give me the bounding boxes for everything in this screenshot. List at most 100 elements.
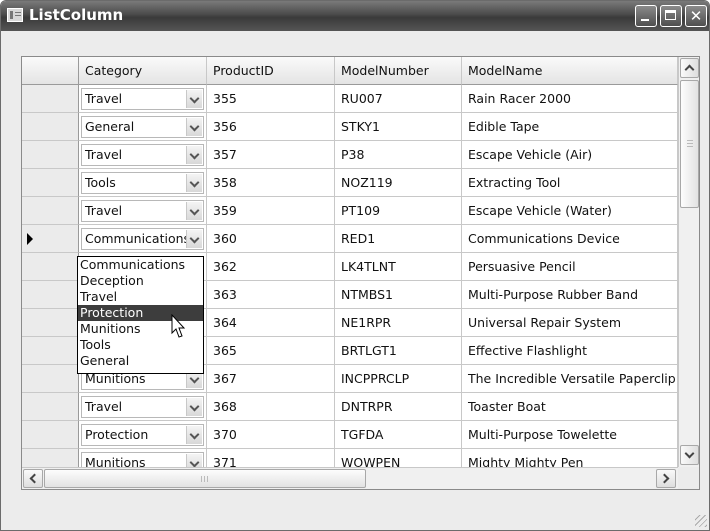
dropdown-arrow-icon[interactable] xyxy=(186,426,202,444)
row-header-cell[interactable] xyxy=(22,309,79,337)
table-row[interactable]: Travel 355 RU007 Rain Racer 2000 xyxy=(22,85,678,113)
column-header-productid[interactable]: ProductID xyxy=(207,57,335,85)
modelname-cell[interactable]: The Incredible Versatile Paperclip xyxy=(462,365,678,393)
modelname-cell[interactable]: Persuasive Pencil xyxy=(462,253,678,281)
dropdown-option[interactable]: General xyxy=(78,353,203,369)
row-header-cell[interactable] xyxy=(22,169,79,197)
category-combobox[interactable]: Tools xyxy=(81,172,204,194)
productid-cell[interactable]: 360 xyxy=(207,225,335,253)
productid-cell[interactable]: 356 xyxy=(207,113,335,141)
column-header-modelname[interactable]: ModelName xyxy=(462,57,678,85)
scroll-left-button[interactable] xyxy=(23,469,43,488)
close-button[interactable]: ✕ xyxy=(685,5,707,27)
modelname-cell[interactable]: Multi-Purpose Towelette xyxy=(462,421,678,449)
modelnumber-cell[interactable]: TGFDA xyxy=(335,421,462,449)
modelname-cell[interactable]: Effective Flashlight xyxy=(462,337,678,365)
category-combobox[interactable]: Travel xyxy=(81,144,204,166)
row-header-cell[interactable] xyxy=(22,393,79,421)
category-combobox[interactable]: General xyxy=(81,116,204,138)
row-header-cell[interactable] xyxy=(22,85,79,113)
modelnumber-cell[interactable]: INCPPRCLP xyxy=(335,365,462,393)
title-bar[interactable]: ListColumn ✕ xyxy=(1,1,709,31)
scroll-down-button[interactable] xyxy=(680,445,699,465)
modelnumber-cell[interactable]: NOZ119 xyxy=(335,169,462,197)
dropdown-arrow-icon[interactable] xyxy=(186,230,202,248)
modelnumber-cell[interactable]: LK4TLNT xyxy=(335,253,462,281)
productid-cell[interactable]: 364 xyxy=(207,309,335,337)
category-cell[interactable]: Travel xyxy=(79,393,207,421)
horizontal-scrollbar[interactable] xyxy=(22,467,678,489)
row-header-cell[interactable] xyxy=(22,197,79,225)
vertical-scroll-thumb[interactable] xyxy=(680,80,699,208)
category-cell[interactable]: Travel xyxy=(79,197,207,225)
modelnumber-cell[interactable]: DNTRPR xyxy=(335,393,462,421)
productid-cell[interactable]: 363 xyxy=(207,281,335,309)
row-header-cell[interactable] xyxy=(22,141,79,169)
dropdown-arrow-icon[interactable] xyxy=(186,398,202,416)
modelname-cell[interactable]: Edible Tape xyxy=(462,113,678,141)
table-row[interactable]: General 356 STKY1 Edible Tape xyxy=(22,113,678,141)
corner-header-cell[interactable] xyxy=(22,57,79,85)
dropdown-arrow-icon[interactable] xyxy=(186,146,202,164)
resize-grip-icon[interactable] xyxy=(695,515,707,527)
row-header-cell[interactable] xyxy=(22,113,79,141)
modelname-cell[interactable]: Extracting Tool xyxy=(462,169,678,197)
dropdown-arrow-icon[interactable] xyxy=(186,174,202,192)
modelnumber-cell[interactable]: NTMBS1 xyxy=(335,281,462,309)
row-header-cell[interactable] xyxy=(22,281,79,309)
modelname-cell[interactable]: Toaster Boat xyxy=(462,393,678,421)
modelname-cell[interactable]: Multi-Purpose Rubber Band xyxy=(462,281,678,309)
dropdown-option[interactable]: Travel xyxy=(78,289,203,305)
productid-cell[interactable]: 367 xyxy=(207,365,335,393)
dropdown-option[interactable]: Deception xyxy=(78,273,203,289)
modelnumber-cell[interactable]: STKY1 xyxy=(335,113,462,141)
productid-cell[interactable]: 370 xyxy=(207,421,335,449)
row-header-cell[interactable] xyxy=(22,337,79,365)
table-row[interactable]: Protection 370 TGFDA Multi-Purpose Towelett… xyxy=(22,421,678,449)
table-row[interactable]: Travel 357 P38 Escape Vehicle (Air) xyxy=(22,141,678,169)
dropdown-arrow-icon[interactable] xyxy=(186,202,202,220)
row-header-cell[interactable] xyxy=(22,225,79,253)
category-combobox[interactable]: Communications xyxy=(81,228,204,250)
minimize-button[interactable] xyxy=(635,5,657,27)
table-row[interactable]: Communications 360 RED1 Communications Devi… xyxy=(22,225,678,253)
category-combobox[interactable]: Travel xyxy=(81,200,204,222)
category-combobox[interactable]: Protection xyxy=(81,424,204,446)
row-header-cell[interactable] xyxy=(22,365,79,393)
modelname-cell[interactable]: Communications Device xyxy=(462,225,678,253)
productid-cell[interactable]: 357 xyxy=(207,141,335,169)
table-row[interactable]: Travel 368 DNTRPR Toaster Boat xyxy=(22,393,678,421)
productid-cell[interactable]: 359 xyxy=(207,197,335,225)
productid-cell[interactable]: 355 xyxy=(207,85,335,113)
modelnumber-cell[interactable]: RED1 xyxy=(335,225,462,253)
table-row[interactable]: Travel 359 PT109 Escape Vehicle (Water) xyxy=(22,197,678,225)
app-icon[interactable] xyxy=(7,8,23,22)
category-cell[interactable]: Protection xyxy=(79,421,207,449)
table-row[interactable]: Tools 358 NOZ119 Extracting Tool xyxy=(22,169,678,197)
category-combobox[interactable]: Travel xyxy=(81,88,204,110)
modelnumber-cell[interactable]: NE1RPR xyxy=(335,309,462,337)
maximize-button[interactable] xyxy=(660,5,682,27)
horizontal-scroll-thumb[interactable] xyxy=(44,469,366,488)
category-cell[interactable]: Communications xyxy=(79,225,207,253)
vertical-scrollbar[interactable] xyxy=(678,57,699,467)
modelnumber-cell[interactable]: RU007 xyxy=(335,85,462,113)
modelnumber-cell[interactable]: P38 xyxy=(335,141,462,169)
productid-cell[interactable]: 368 xyxy=(207,393,335,421)
category-cell[interactable]: Tools xyxy=(79,169,207,197)
productid-cell[interactable]: 365 xyxy=(207,337,335,365)
row-header-cell[interactable] xyxy=(22,253,79,281)
scroll-right-button[interactable] xyxy=(656,469,676,488)
productid-cell[interactable]: 362 xyxy=(207,253,335,281)
modelname-cell[interactable]: Universal Repair System xyxy=(462,309,678,337)
modelname-cell[interactable]: Escape Vehicle (Air) xyxy=(462,141,678,169)
productid-cell[interactable]: 358 xyxy=(207,169,335,197)
column-header-modelnumber[interactable]: ModelNumber xyxy=(335,57,462,85)
dropdown-option[interactable]: Communications xyxy=(78,257,203,273)
modelnumber-cell[interactable]: PT109 xyxy=(335,197,462,225)
dropdown-arrow-icon[interactable] xyxy=(186,118,202,136)
row-header-cell[interactable] xyxy=(22,421,79,449)
modelnumber-cell[interactable]: BRTLGT1 xyxy=(335,337,462,365)
dropdown-arrow-icon[interactable] xyxy=(186,90,202,108)
modelname-cell[interactable]: Escape Vehicle (Water) xyxy=(462,197,678,225)
